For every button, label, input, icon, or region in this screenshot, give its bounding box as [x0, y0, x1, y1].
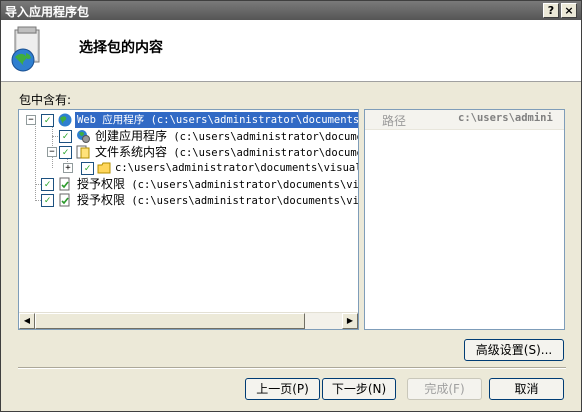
close-button[interactable]: × [561, 3, 577, 18]
expand-expander[interactable]: + [63, 163, 73, 173]
property-value[interactable]: c:\users\admini [458, 112, 564, 128]
back-button[interactable]: 上一页(P) [245, 378, 320, 400]
tree-item-file-system[interactable]: − ✓ 文件系统内容 (c:\users\administrator\docum… [19, 144, 358, 160]
tree-item-path: (c:\users\administrator\documents\visu [125, 179, 359, 191]
divider [18, 367, 566, 369]
tree-item-grant-permission[interactable]: ✓ 授予权限 (c:\users\administrator\documents… [19, 176, 358, 192]
tree-item-label: 授予权限 [77, 193, 126, 207]
tree-item-web-app[interactable]: − ✓ Web 应用程序 (c:\users\administrator\doc… [19, 112, 358, 128]
grant-permission-checkbox[interactable]: ✓ [41, 194, 54, 207]
tree-item-path: (c:\users\administrator\document [167, 131, 359, 143]
finish-button[interactable]: 完成(F) [407, 378, 482, 400]
package-contents-label: 包中含有: [19, 93, 72, 107]
file-system-icon [76, 145, 90, 159]
advanced-settings-button[interactable]: 高级设置(S)... [464, 339, 564, 361]
scroll-thumb[interactable] [35, 313, 305, 329]
page-title: 选择包的内容 [79, 40, 163, 56]
wizard-header: 选择包的内容 [1, 20, 581, 82]
help-button[interactable]: ? [543, 3, 559, 18]
tree-item-path: (c:\users\administrator\documents\visu [125, 195, 359, 207]
app-gear-icon [77, 130, 90, 143]
cancel-button[interactable]: 取消 [489, 378, 564, 400]
tree-item-folder[interactable]: + ✓ c:\users\administrator\documents\vis… [19, 160, 358, 176]
horizontal-scrollbar[interactable]: ◀ ▶ [19, 312, 358, 329]
grant-permission-checkbox[interactable]: ✓ [41, 178, 54, 191]
create-app-checkbox[interactable]: ✓ [59, 130, 72, 143]
property-name: 路径 [382, 114, 407, 128]
tree-item-label: c:\users\administrator\documents\visual … [115, 162, 359, 174]
tree-item-label: 文件系统内容 [95, 145, 168, 159]
window-title: 导入应用程序包 [5, 5, 90, 19]
collapse-expander[interactable]: − [26, 115, 36, 125]
tree-item-create-app[interactable]: ✓ 创建应用程序 (c:\users\administrator\documen… [19, 128, 358, 144]
properties-panel[interactable]: 路径 c:\users\admini [364, 109, 565, 330]
permission-icon [59, 193, 70, 207]
folder-checkbox[interactable]: ✓ [81, 162, 94, 175]
file-system-checkbox[interactable]: ✓ [59, 146, 72, 159]
collapse-expander[interactable]: − [47, 147, 57, 157]
next-button[interactable]: 下一步(N) [322, 378, 396, 400]
web-app-checkbox[interactable]: ✓ [41, 114, 54, 127]
package-contents-tree[interactable]: − ✓ Web 应用程序 (c:\users\administrator\doc… [18, 109, 359, 330]
tree-item-label: Web 应用程序 (c:\users\administrator\documen… [75, 112, 358, 128]
tree-item-label: 创建应用程序 [95, 129, 168, 143]
title-bar[interactable]: 导入应用程序包 ? × [1, 1, 581, 20]
tree-item-grant-permission[interactable]: ✓ 授予权限 (c:\users\administrator\documents… [19, 192, 358, 208]
tree-item-path: (c:\users\administrator\documen [167, 147, 359, 159]
folder-icon [97, 162, 111, 174]
package-globe-icon [11, 26, 40, 72]
permission-icon [59, 177, 70, 191]
globe-icon [58, 113, 72, 127]
scroll-left-button[interactable]: ◀ [19, 313, 35, 329]
tree-item-label: 授予权限 [77, 177, 126, 191]
scroll-right-button[interactable]: ▶ [342, 313, 358, 329]
import-package-dialog: 导入应用程序包 ? × 选择包的内容 包中含有: − ✓ Web 应用程序 (c… [0, 0, 582, 412]
